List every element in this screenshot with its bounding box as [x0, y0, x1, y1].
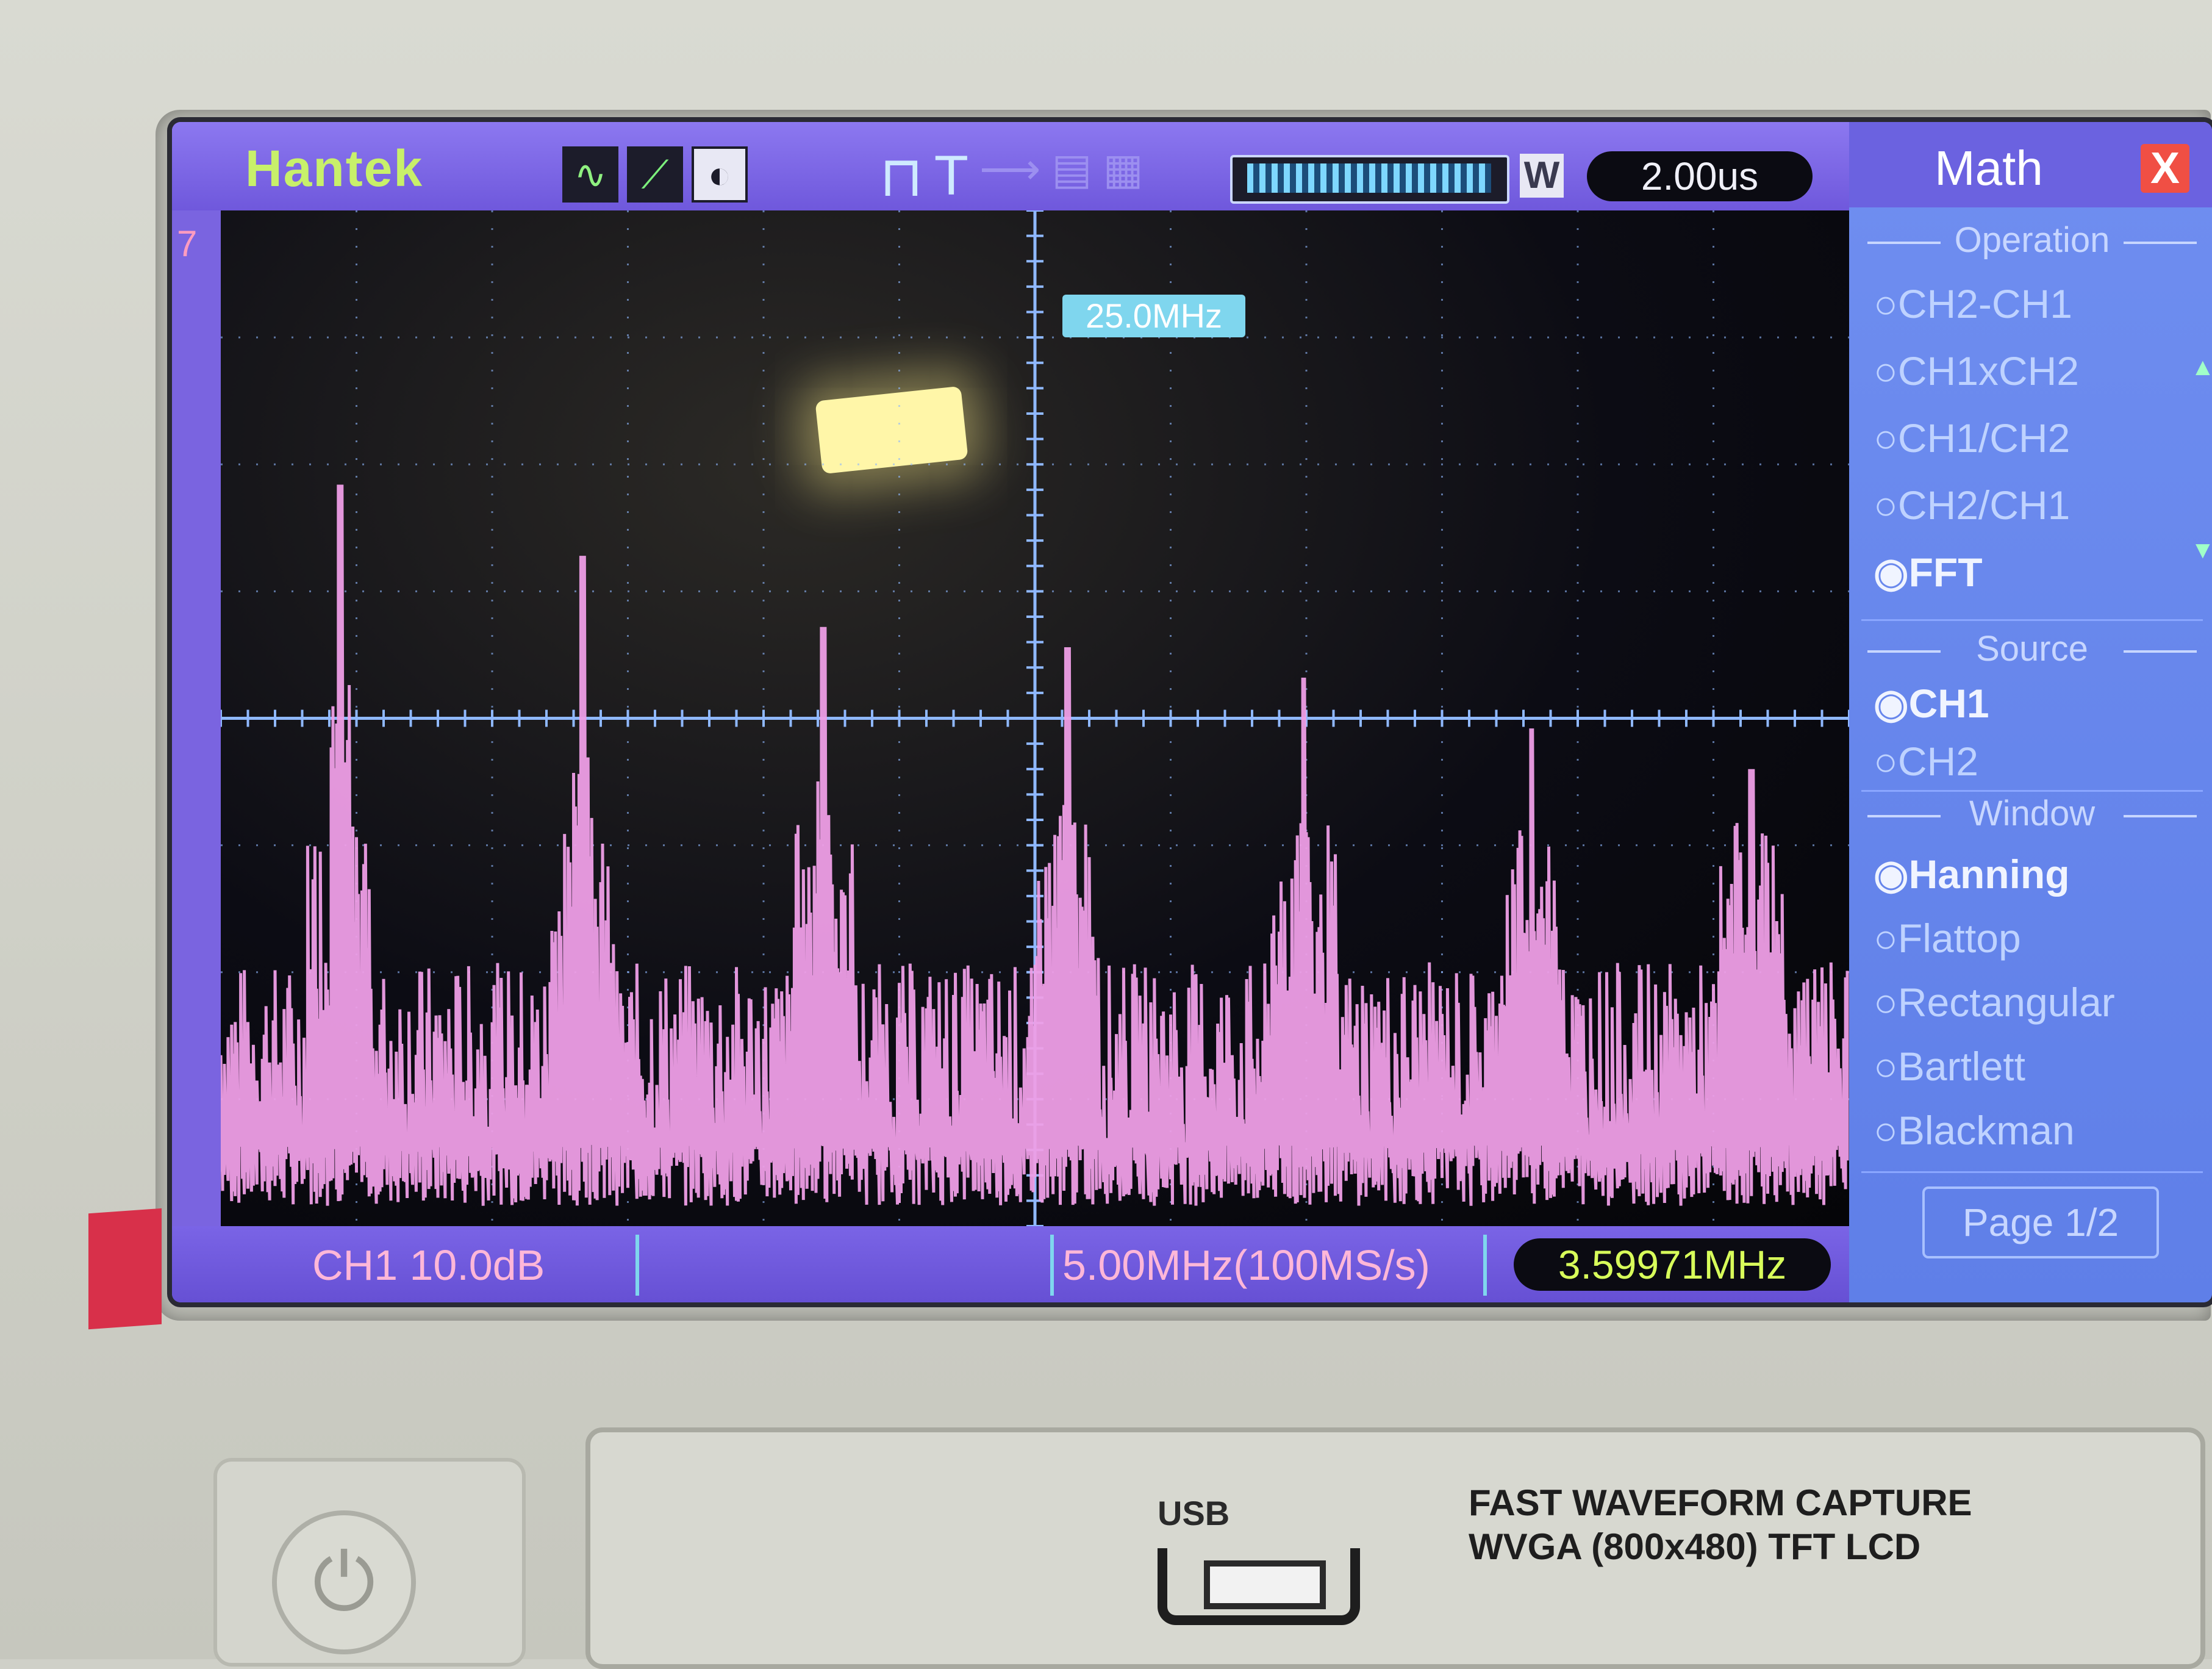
operation-option[interactable]: ○CH1/CH2 [1874, 415, 2070, 461]
close-icon[interactable]: X [2141, 144, 2189, 193]
source-option-selected[interactable]: ◉CH1 [1874, 680, 1989, 727]
panel-caption-line2: WVGA (800x480) TFT LCD [1469, 1526, 1921, 1567]
timebase-readout: 2.00us [1587, 151, 1813, 201]
print-icon: ▦ [1103, 145, 1144, 193]
waveform-icon: ∿ [562, 146, 618, 203]
channel-scale: CH1 10.0dB [312, 1241, 545, 1289]
marker-frequency-label[interactable]: 25.0MHz [1062, 295, 1245, 337]
window-option[interactable]: ○Blackman [1874, 1107, 2075, 1154]
acquisition-mode-icons: ∿ ⟋ ◐ [562, 146, 748, 203]
operation-option[interactable]: ○CH2/CH1 [1874, 482, 2070, 528]
frequency-counter: 3.59971MHz [1514, 1238, 1831, 1291]
brand-logo: Hantek [245, 140, 424, 197]
page-button[interactable]: Page 1/2 [1922, 1186, 2159, 1258]
run-mode-badge: W [1520, 154, 1564, 198]
panel-caption-line1: FAST WAVEFORM CAPTURE [1469, 1482, 1972, 1523]
trigger-label: T [934, 145, 968, 207]
menu-title: Math [1935, 141, 2043, 195]
math-menu: Math X Operation ○CH2-CH1 ○CH1xCH2 ○CH1/… [1849, 122, 2212, 1302]
window-option[interactable]: ○Bartlett [1874, 1043, 2025, 1089]
slope-icon: ⟋ [627, 146, 683, 203]
scroll-down-icon[interactable]: ▼ [2191, 537, 2212, 564]
arrow-icon: ⟶ [979, 145, 1041, 193]
operation-option-selected[interactable]: ◉FFT [1874, 549, 1983, 596]
window-option[interactable]: ○Flattop [1874, 915, 2021, 961]
operation-option[interactable]: ○CH1xCH2 [1874, 348, 2079, 394]
spectrum-display: 25.0MHz [221, 210, 1849, 1226]
panel-caption: FAST WAVEFORM CAPTURE WVGA (800x480) TFT… [1469, 1481, 1972, 1569]
operation-heading: Operation [1867, 220, 2197, 260]
power-bay: ⏻ [213, 1458, 526, 1667]
source-heading: Source [1867, 628, 2197, 669]
window-option-selected[interactable]: ◉Hanning [1874, 851, 2070, 898]
source-option[interactable]: ○CH2 [1874, 738, 1978, 784]
memory-icon: ▤ [1051, 145, 1092, 193]
red-sticker [88, 1208, 162, 1330]
operation-option[interactable]: ○CH2-CH1 [1874, 281, 2072, 327]
trigger-icons: ⊓ T ⟶ ▤ ▦ [879, 144, 1144, 209]
math-menu-header: Math X [1849, 122, 2212, 207]
memory-depth-bar [1230, 155, 1509, 204]
fft-spectrum-plot [221, 210, 1849, 1226]
trigger-level-mark: 7 [177, 223, 198, 264]
fft-span: 5.00MHz(100MS/s) [1062, 1241, 1430, 1289]
power-icon[interactable]: ⏻ [272, 1510, 416, 1654]
usb-label: USB [1158, 1494, 1230, 1532]
front-panel: USB FAST WAVEFORM CAPTURE WVGA (800x480)… [585, 1427, 2205, 1669]
pulse-icon: ⊓ [879, 146, 923, 208]
window-option[interactable]: ○Rectangular [1874, 979, 2115, 1025]
oscilloscope-screen: Hantek ∿ ⟋ ◐ ⊓ T ⟶ ▤ ▦ W 2.00us 25.0MHz … [172, 122, 2212, 1302]
bottom-status-bar: CH1 10.0dB 5.00MHz(100MS/s) 3.59971MHz [172, 1226, 1849, 1302]
persistence-icon: ◐ [692, 146, 748, 203]
scroll-up-icon[interactable]: ▲ [2191, 354, 2212, 381]
usb-port[interactable] [1158, 1548, 1360, 1625]
top-status-bar: Hantek ∿ ⟋ ◐ ⊓ T ⟶ ▤ ▦ W 2.00us [172, 122, 1849, 210]
window-heading: Window [1867, 793, 2197, 834]
